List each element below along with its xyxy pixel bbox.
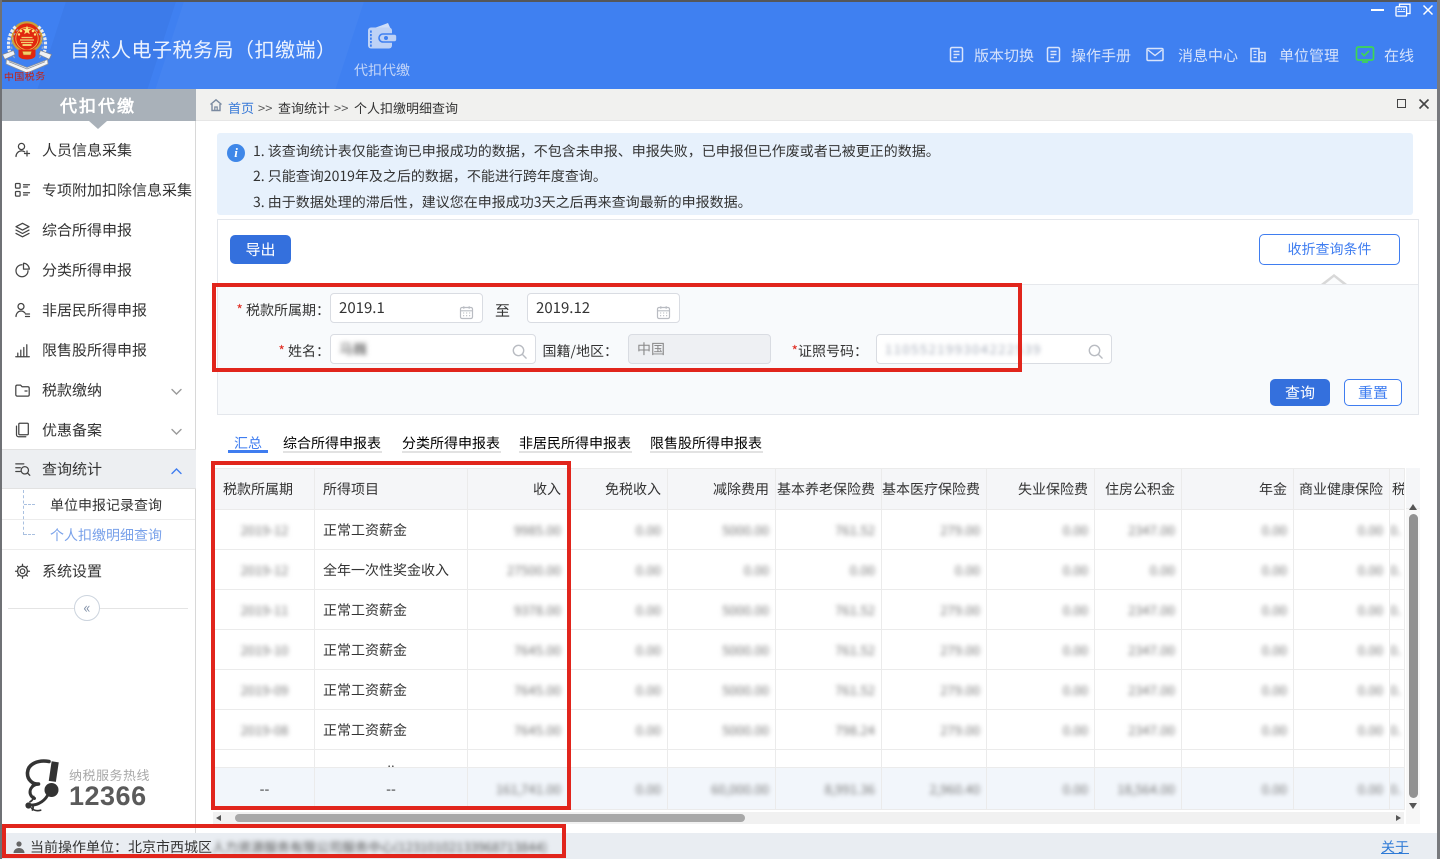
svg-text:中国税务: 中国税务 — [4, 67, 46, 83]
